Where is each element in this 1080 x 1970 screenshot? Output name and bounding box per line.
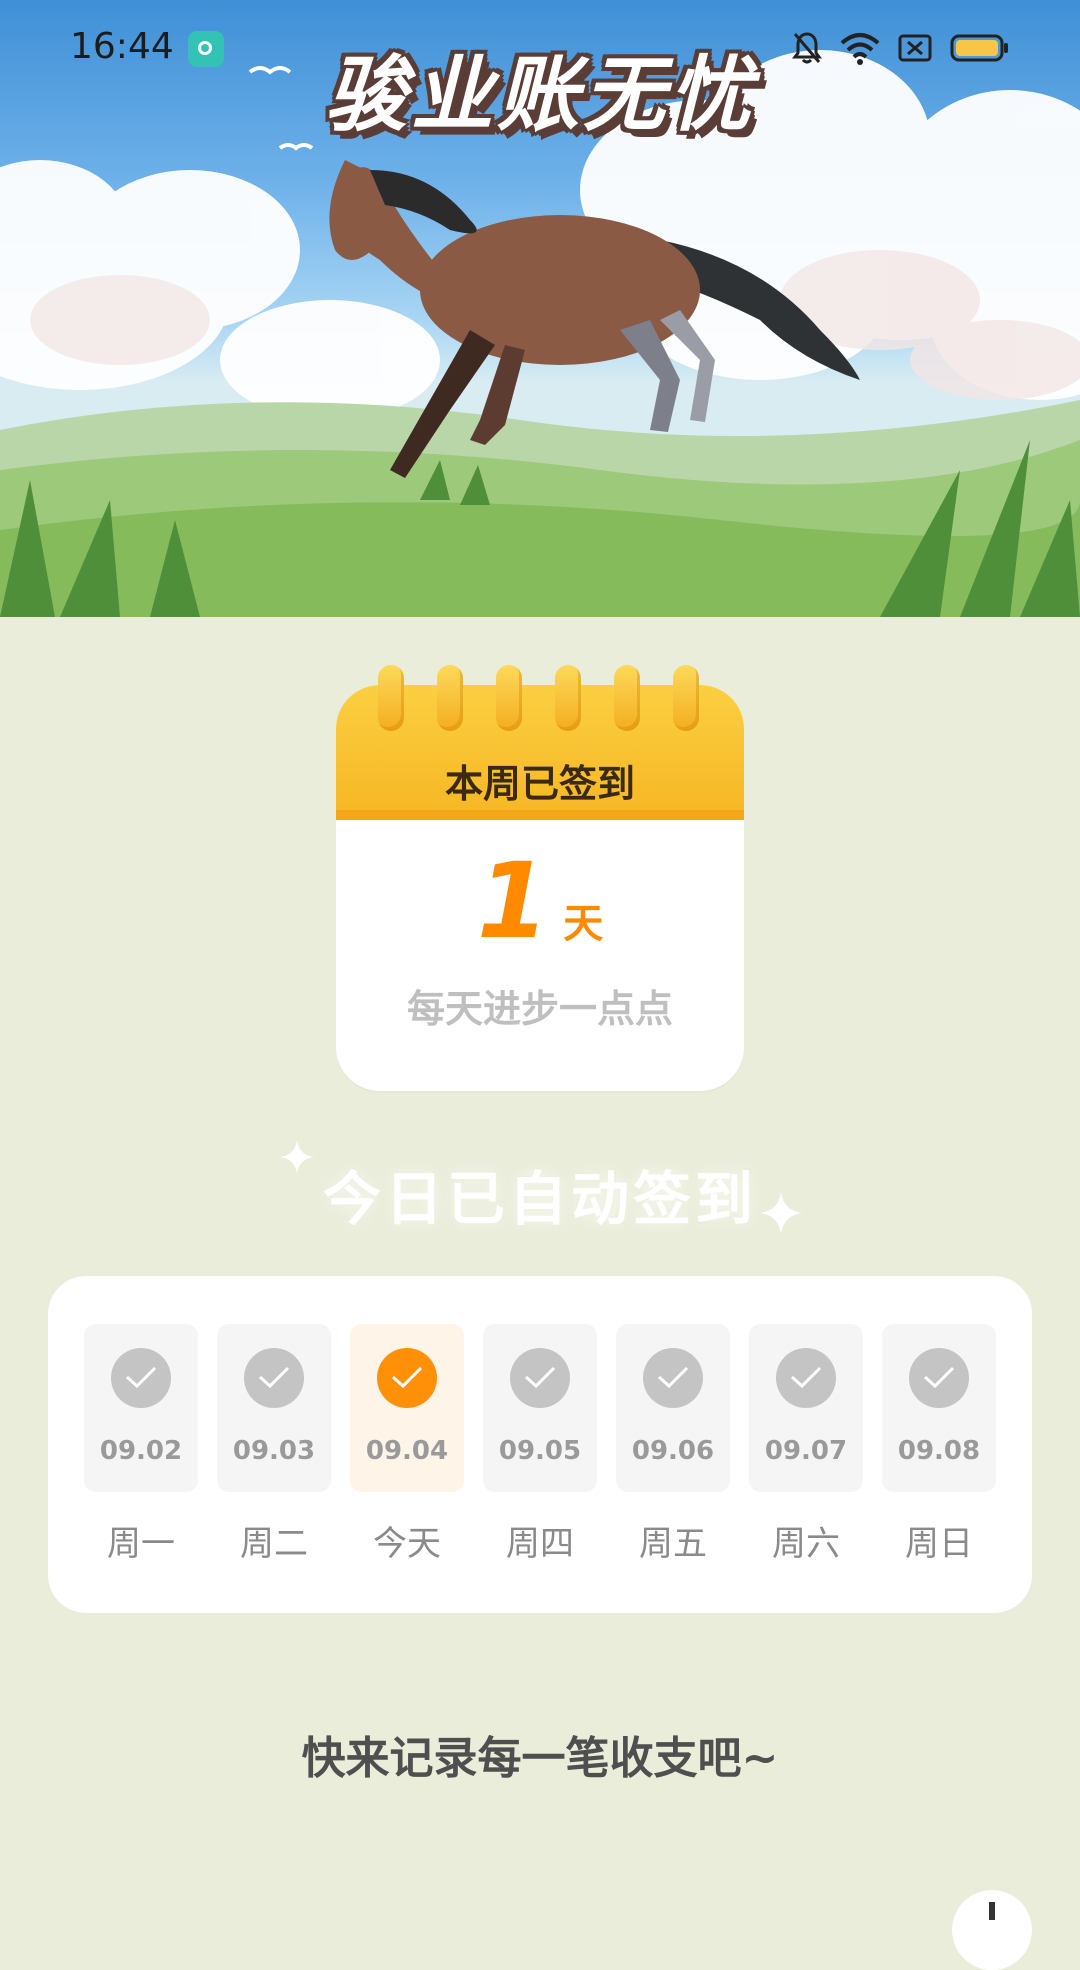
status-icons <box>792 28 1010 68</box>
week-checkin-card: 09.02 周一 09.03 周二 09.04 今天 09.05 周四 09.0… <box>48 1276 1032 1613</box>
day-date: 09.03 <box>232 1436 316 1466</box>
day-cell-mon[interactable]: 09.02 <box>84 1324 198 1492</box>
day-date: 09.02 <box>99 1436 183 1466</box>
calendar-ring <box>496 665 522 731</box>
add-record-button[interactable] <box>952 1890 1032 1970</box>
app-notification-icon <box>188 31 224 67</box>
day-cell-thu[interactable]: 09.05 <box>483 1324 597 1492</box>
status-time: 16:44 <box>70 26 174 67</box>
day-date: 09.05 <box>498 1436 582 1466</box>
record-prompt: 快来记录每一笔收支吧~ <box>301 1733 779 1784</box>
calendar-ring <box>614 665 640 731</box>
battery-icon <box>950 34 1008 62</box>
day-label: 周一 <box>107 1524 175 1564</box>
day-label: 周四 <box>506 1524 574 1564</box>
calendar-ring <box>555 665 581 731</box>
wifi-icon <box>840 33 880 65</box>
day-label: 周五 <box>639 1524 707 1564</box>
check-icon <box>643 1348 703 1408</box>
check-icon <box>377 1348 437 1408</box>
calendar-ring <box>378 665 404 731</box>
day-date: 09.06 <box>631 1436 715 1466</box>
check-icon <box>244 1348 304 1408</box>
day-date: 09.04 <box>365 1436 449 1466</box>
check-icon <box>776 1348 836 1408</box>
day-label: 今天 <box>373 1524 441 1564</box>
calendar-ring <box>437 665 463 731</box>
day-date: 09.08 <box>897 1436 981 1466</box>
checkin-count-unit: 天 <box>563 901 604 947</box>
day-cell-fri[interactable]: 09.06 <box>616 1324 730 1492</box>
hero-banner: 骏业账无忧 16:44 <box>0 0 1080 617</box>
checkin-motto: 每天进步一点点 <box>406 987 673 1031</box>
battery-level <box>956 40 998 56</box>
status-bar: 16:44 <box>0 0 1080 96</box>
day-cell-sat[interactable]: 09.07 <box>749 1324 863 1492</box>
day-cell-sun[interactable]: 09.08 <box>882 1324 996 1492</box>
calendar-ring <box>673 665 699 731</box>
calendar-rings <box>336 665 744 735</box>
auto-sign-status: 今日已自动签到 <box>322 1165 757 1233</box>
day-cell-today[interactable]: 09.04 <box>350 1324 464 1492</box>
check-icon <box>111 1348 171 1408</box>
checkin-count-number: 1 <box>476 840 550 962</box>
day-label: 周二 <box>240 1524 308 1564</box>
day-date: 09.07 <box>764 1436 848 1466</box>
checkin-card-title: 本周已签到 <box>444 762 635 806</box>
day-label: 周六 <box>772 1524 840 1564</box>
day-label: 周日 <box>905 1524 973 1564</box>
sim-off-icon <box>898 34 932 62</box>
check-icon <box>510 1348 570 1408</box>
bell-off-icon <box>792 32 822 64</box>
sparkle-icon <box>760 1192 802 1234</box>
checkin-count: 1天 <box>0 840 1080 962</box>
check-icon <box>909 1348 969 1408</box>
day-cell-tue[interactable]: 09.03 <box>217 1324 331 1492</box>
